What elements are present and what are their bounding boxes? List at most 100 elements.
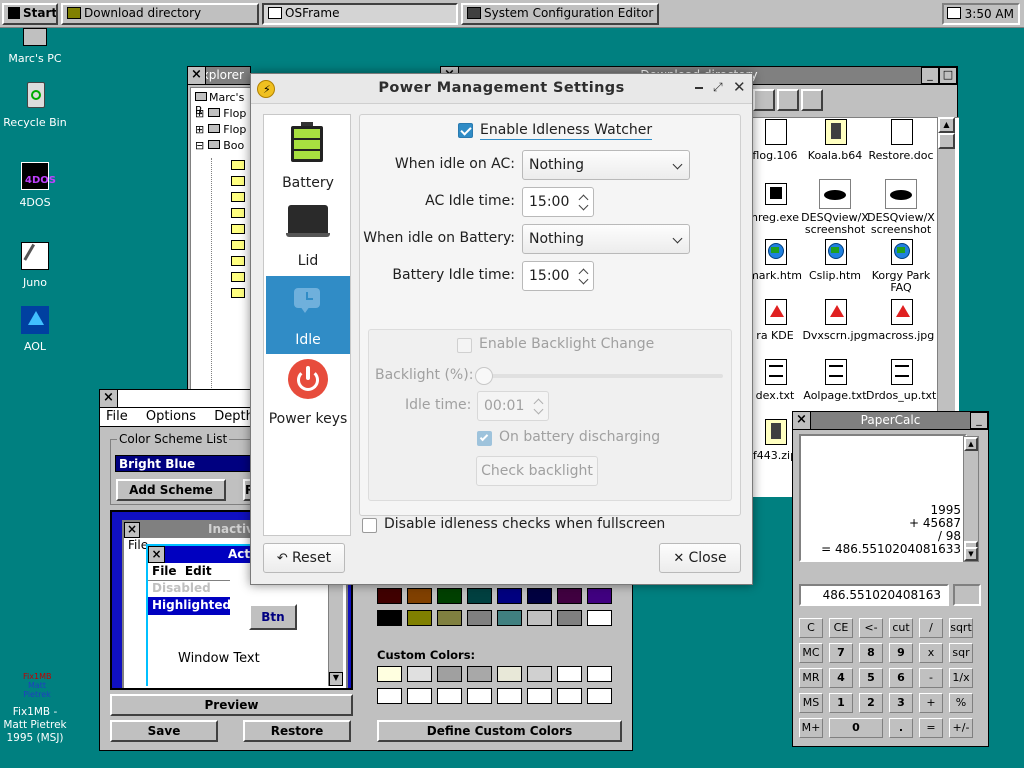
calc-key[interactable]: MR	[799, 668, 823, 688]
color-swatch[interactable]	[587, 588, 612, 604]
color-swatch[interactable]	[557, 610, 582, 626]
calc-key[interactable]: <-	[859, 618, 883, 638]
backlight-idle-time-spinbox[interactable]: 00:01	[477, 391, 549, 421]
backlight-slider[interactable]	[475, 367, 723, 385]
file-item[interactable]: Aolpage.txt	[800, 357, 870, 402]
minimize-icon[interactable]	[695, 87, 703, 89]
tree-item[interactable]: ⊟ Boo	[195, 139, 244, 152]
calc-key[interactable]: 9	[889, 643, 913, 663]
preview-button[interactable]: Preview	[110, 694, 353, 716]
define-custom-colors-button[interactable]: Define Custom Colors	[377, 720, 622, 742]
color-swatch[interactable]	[407, 588, 432, 604]
color-swatch[interactable]	[377, 666, 402, 682]
color-swatch[interactable]	[377, 688, 402, 704]
color-swatch[interactable]	[467, 588, 492, 604]
desktop-icon-juno[interactable]: Juno	[0, 240, 70, 289]
color-swatch[interactable]	[437, 688, 462, 704]
file-item[interactable]: DESQview/X screenshot	[800, 179, 870, 236]
calc-key[interactable]: C	[799, 618, 823, 638]
color-swatch[interactable]	[407, 688, 432, 704]
color-swatch[interactable]	[587, 688, 612, 704]
color-swatch[interactable]	[557, 688, 582, 704]
calc-key[interactable]: 2	[859, 693, 883, 713]
file-item[interactable]: Restore.doc	[866, 117, 936, 162]
color-swatch[interactable]	[497, 666, 522, 682]
calc-key[interactable]: /	[919, 618, 943, 638]
color-swatch[interactable]	[437, 666, 462, 682]
toolbar-details-icon[interactable]	[801, 89, 823, 111]
desktop-icon-recycle-bin[interactable]: Recycle Bin	[0, 80, 70, 129]
color-swatch[interactable]	[557, 588, 582, 604]
maximize-icon[interactable]: □	[939, 67, 957, 84]
calc-key[interactable]: 7	[829, 643, 853, 663]
calc-key[interactable]: 6	[889, 668, 913, 688]
calc-key[interactable]: x	[919, 643, 943, 663]
calc-key[interactable]: sqr	[949, 643, 973, 663]
taskbar-system-config-editor[interactable]: System Configuration Editor	[461, 3, 659, 25]
close-box-icon[interactable]: ×	[100, 390, 118, 407]
enable-idleness-label[interactable]: Enable Idleness Watcher	[480, 121, 653, 140]
restore-button[interactable]: Restore	[243, 720, 351, 742]
close-box-icon[interactable]: ×	[188, 67, 206, 84]
disable-fullscreen-checkbox[interactable]	[362, 518, 377, 533]
backlight-slider-handle[interactable]	[475, 367, 493, 385]
minimize-icon[interactable]: _	[921, 67, 939, 84]
idle-on-ac-select[interactable]: Nothing	[522, 150, 690, 180]
calc-key[interactable]: =	[919, 718, 943, 738]
disable-fullscreen-label[interactable]: Disable idleness checks when fullscreen	[384, 516, 665, 532]
calc-key[interactable]: 3	[889, 693, 913, 713]
file-item[interactable]: Dvxscrn.jpg	[800, 297, 870, 342]
color-swatch[interactable]	[377, 610, 402, 626]
calc-key[interactable]: 8	[859, 643, 883, 663]
color-swatch[interactable]	[467, 666, 492, 682]
calc-key[interactable]: +/-	[949, 718, 973, 738]
enable-idleness-checkbox[interactable]	[458, 123, 473, 138]
file-item[interactable]: Cslip.htm	[800, 237, 870, 282]
calc-key[interactable]: CE	[829, 618, 853, 638]
calc-key[interactable]: sqrt	[949, 618, 973, 638]
spin-down-icon[interactable]	[578, 200, 589, 211]
on-battery-discharging-checkbox[interactable]	[477, 431, 492, 446]
calc-key[interactable]: cut	[889, 618, 913, 638]
color-swatch[interactable]	[437, 588, 462, 604]
color-swatch[interactable]	[527, 688, 552, 704]
color-swatch[interactable]	[497, 588, 522, 604]
calc-key[interactable]: 4	[829, 668, 853, 688]
color-swatch[interactable]	[467, 610, 492, 626]
color-swatch[interactable]	[527, 610, 552, 626]
papercalc-title-bar[interactable]: PaperCalc	[793, 412, 988, 430]
desktop-icon-4dos[interactable]: 4DOS 4DOS	[0, 160, 70, 209]
color-swatch[interactable]	[587, 610, 612, 626]
calc-key[interactable]: +	[919, 693, 943, 713]
category-power-keys[interactable]: Power keys	[266, 355, 350, 433]
close-icon[interactable]: ✕	[733, 78, 746, 96]
add-scheme-button[interactable]: Add Scheme	[116, 479, 226, 501]
color-swatch[interactable]	[557, 666, 582, 682]
calc-key[interactable]: 5	[859, 668, 883, 688]
color-swatch[interactable]	[587, 666, 612, 682]
category-idle[interactable]: Idle	[266, 276, 350, 354]
spin-down-icon[interactable]	[578, 274, 589, 285]
save-button[interactable]: Save	[110, 720, 218, 742]
file-item[interactable]: Korgy Park FAQ	[866, 237, 936, 294]
color-swatch[interactable]	[527, 588, 552, 604]
close-box-icon[interactable]: ×	[793, 412, 811, 429]
check-backlight-button[interactable]: Check backlight	[476, 456, 598, 486]
tree-item[interactable]: ⊞ Flop	[195, 123, 246, 136]
color-swatch[interactable]	[437, 610, 462, 626]
calc-key[interactable]: M+	[799, 718, 823, 738]
pm-title-bar[interactable]: ⚡ Power Management Settings ⤢ ✕	[251, 74, 752, 104]
category-lid[interactable]: Lid	[266, 197, 350, 275]
desktop-icon-marcs-pc[interactable]: Marc's PC	[0, 28, 70, 65]
category-battery[interactable]: Battery	[266, 117, 350, 195]
desktop-icon-fix1mb[interactable]: Fix1MB Matt Pietrek Fix1MB - Matt Pietrek …	[0, 668, 70, 745]
spin-down-icon[interactable]	[533, 404, 544, 415]
file-item[interactable]: Koala.b64	[800, 117, 870, 162]
battery-idle-time-spinbox[interactable]: 15:00	[522, 261, 594, 291]
ac-idle-time-spinbox[interactable]: 15:00	[522, 187, 594, 217]
color-swatch[interactable]	[527, 666, 552, 682]
toolbar-sort-down-icon[interactable]	[777, 89, 799, 111]
calc-key[interactable]: -	[919, 668, 943, 688]
menu-file[interactable]: File	[106, 409, 128, 424]
file-item[interactable]: Drdos_up.txt	[866, 357, 936, 402]
